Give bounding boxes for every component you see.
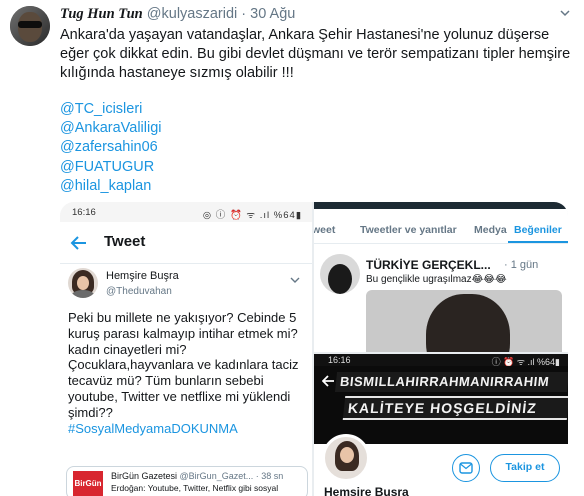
liked-author-name: TÜRKİYE GERÇEKL...: [366, 258, 491, 272]
tab-replies: Tweetler ve yanıtlar: [360, 224, 457, 236]
banner-text: KALİTEYE HOŞGELDİNİZ: [342, 396, 568, 420]
mention-link[interactable]: @zafersahin06: [60, 138, 162, 157]
liked-time: · 1 gün: [504, 259, 539, 271]
profile-tabs: weet Tweetler ve yanıtlar Medya Beğenile…: [314, 216, 568, 244]
tweet: Tug Hun Tun @kulyaszaridi · 30 Ağu Ankar…: [0, 0, 584, 496]
embedded-tweet: BirGün BirGün Gazetesi @BirGun_Gazet... …: [66, 466, 308, 496]
chevron-down-icon[interactable]: [560, 8, 570, 18]
status-time: 16:16: [328, 355, 351, 365]
hashtag: #SosyalMedyamaDOKUNMA: [68, 420, 238, 436]
chevron-down-icon: [290, 272, 300, 290]
quoted-tweet-text: Peki bu millete ne yakışıyor? Cebinde 5 …: [68, 310, 308, 436]
birgun-logo: BirGün: [73, 471, 103, 496]
tab-likes: Beğeniler: [514, 224, 562, 236]
quoted-author-handle: @Theduvahan: [106, 286, 172, 297]
message-icon: [452, 454, 480, 482]
quoted-body: Peki bu millete ne yakışıyor? Cebinde 5 …: [68, 310, 299, 420]
author-name[interactable]: Tug Hun Tun: [60, 6, 143, 22]
quoted-author-name: Hemşire Buşra: [106, 270, 179, 282]
avatar: [68, 268, 98, 298]
profile-name: Hemşire Buşra: [324, 485, 409, 496]
tweet-date[interactable]: 30 Ağu: [250, 6, 295, 22]
status-bar: 16:16 ◎ ⓘ ⏰ ᯤ .ıl %64▮: [60, 202, 312, 222]
back-arrow-icon: [70, 234, 88, 257]
mention-link[interactable]: @TC_icisleri: [60, 100, 162, 119]
status-icons: ◎ ⓘ ⏰ ᯤ .ıl %64▮: [202, 210, 302, 221]
follow-button: Takip et: [490, 454, 560, 482]
profile-banner: BISMILLAHIRRAHMANIRRAHIM KALİTEYE HOŞGEL…: [314, 366, 568, 444]
status-time: 16:16: [72, 207, 96, 218]
liked-photo: [366, 290, 562, 352]
tab-tweets: weet: [314, 224, 336, 236]
status-bar: 16:16 ⓘ ⏰ ᯤ .ıl %64▮: [314, 354, 568, 367]
mention-link[interactable]: @FUATUGUR: [60, 158, 162, 177]
screenshot-quoted-tweet[interactable]: 16:16 ◎ ⓘ ⏰ ᯤ .ıl %64▮ Tweet Hemşire Buş…: [60, 202, 312, 496]
author-handle[interactable]: @kulyaszaridi: [147, 6, 237, 22]
mention-link[interactable]: @AnkaraValiligi: [60, 119, 162, 138]
tab-media: Medya: [474, 224, 507, 236]
separator: ·: [241, 6, 247, 22]
screenshot-likes-tab[interactable]: weet Tweetler ve yanıtlar Medya Beğenile…: [314, 202, 568, 352]
avatar[interactable]: [10, 6, 50, 46]
mention-list: @TC_icisleri @AnkaraValiligi @zafersahin…: [60, 100, 162, 196]
mention-link[interactable]: @hilal_kaplan: [60, 177, 162, 196]
media-grid[interactable]: 16:16 ◎ ⓘ ⏰ ᯤ .ıl %64▮ Tweet Hemşire Buş…: [60, 202, 568, 496]
avatar: [322, 434, 370, 482]
embed-text: Erdoğan: Youtube, Twitter, Netflix gibi …: [111, 483, 279, 493]
tweet-text: Ankara'da yaşayan vatandaşlar, Ankara Şe…: [60, 27, 571, 81]
tweet-header: Tug Hun Tun @kulyaszaridi · 30 Ağu: [60, 6, 295, 23]
page-title: Tweet: [104, 233, 146, 250]
avatar: [320, 254, 360, 294]
embed-author: BirGün Gazetesi: [111, 471, 178, 481]
banner-text: BISMILLAHIRRAHMANIRRAHIM: [334, 372, 568, 392]
embed-handle: @BirGun_Gazet... · 38 sn: [179, 471, 284, 481]
back-arrow-icon: [321, 374, 336, 393]
liked-text: Bu gençlikle ugraşılmaz😂😂😂: [366, 274, 507, 285]
active-tab-indicator: [508, 241, 568, 243]
screenshot-profile[interactable]: 16:16 ⓘ ⏰ ᯤ .ıl %64▮ BISMILLAHIRRAHMANIR…: [314, 354, 568, 496]
tweet-detail-header: Tweet: [60, 222, 312, 264]
